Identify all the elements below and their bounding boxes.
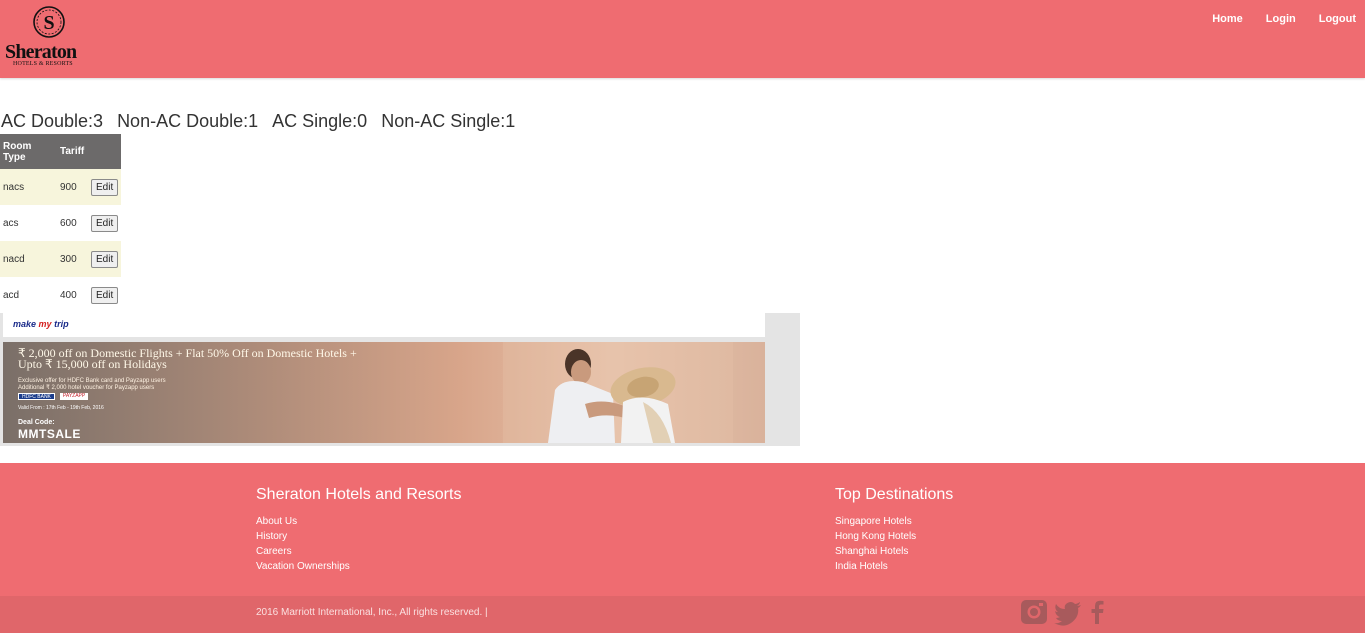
footer-link-singapore[interactable]: Singapore Hotels	[835, 514, 953, 529]
ad-brand-strip: make my trip	[3, 313, 765, 337]
edit-button[interactable]: Edit	[91, 250, 119, 268]
footer-col-destinations: Top Destinations Singapore Hotels Hong K…	[835, 486, 953, 574]
table-row: acs 600 Edit	[0, 205, 122, 241]
edit-button[interactable]: Edit	[91, 214, 119, 232]
twitter-icon[interactable]	[1053, 596, 1083, 631]
col-tariff: Tariff	[57, 134, 88, 169]
nonac-single-count: Non-AC Single:1	[381, 111, 516, 131]
footer-link-shanghai[interactable]: Shanghai Hotels	[835, 544, 953, 559]
room-availability: AC Double:3 Non-AC Double:1 AC Single:0 Non…	[1, 111, 529, 132]
ac-double-count: AC Double:3	[1, 111, 104, 131]
site-header: S Sheraton HOTELS & RESORTS Home Login L…	[0, 0, 1365, 78]
footer-link-careers[interactable]: Careers	[256, 544, 461, 559]
nav-home-link[interactable]: Home	[1212, 13, 1243, 25]
nav-login-link[interactable]: Login	[1266, 13, 1296, 25]
tariff-cell: 600	[57, 205, 88, 241]
footer-col-sheraton: Sheraton Hotels and Resorts About Us His…	[256, 486, 461, 574]
couple-illustration	[503, 342, 733, 443]
table-header-row: Room Type Tariff	[0, 134, 122, 169]
ad-fine-print: Exclusive offer for HDFC Bank card and P…	[18, 378, 166, 391]
sheraton-logo[interactable]: S Sheraton HOTELS & RESORTS	[3, 3, 98, 71]
table-row: nacs 900 Edit	[0, 169, 122, 205]
table-row: acd 400 Edit	[0, 277, 122, 313]
footer-link-india[interactable]: India Hotels	[835, 559, 953, 574]
logo-subtitle: HOTELS & RESORTS	[13, 61, 73, 67]
footer-link-hongkong[interactable]: Hong Kong Hotels	[835, 529, 953, 544]
ad-headline: ₹ 2,000 off on Domestic Flights + Flat 5…	[18, 346, 357, 371]
ad-deal-label: Deal Code:	[18, 419, 55, 426]
top-nav: Home Login Logout	[1189, 13, 1356, 25]
room-type-cell: acs	[0, 205, 57, 241]
footer-col-title: Sheraton Hotels and Resorts	[256, 486, 462, 503]
hdfc-logo: HDFC BANK	[18, 393, 55, 400]
room-type-cell: acd	[0, 277, 57, 313]
makemytrip-logo: make my trip	[13, 319, 69, 329]
table-row: nacd 300 Edit	[0, 241, 122, 277]
room-type-cell: nacs	[0, 169, 57, 205]
ad-validity: Valid From : 17th Feb - 19th Feb, 2016	[18, 405, 104, 411]
svg-text:S: S	[43, 12, 54, 34]
room-type-cell: nacd	[0, 241, 57, 277]
advertisement-banner[interactable]: make my trip ₹ 2,000 off on Domestic Fli…	[0, 313, 800, 446]
footer-col-title: Top Destinations	[835, 486, 954, 503]
ad-partner-logos: HDFC BANK PAYZAPP	[18, 393, 89, 400]
action-cell: Edit	[88, 241, 122, 277]
instagram-icon[interactable]	[1019, 596, 1049, 631]
site-footer: Sheraton Hotels and Resorts About Us His…	[0, 463, 1365, 633]
tariff-cell: 300	[57, 241, 88, 277]
action-cell: Edit	[88, 277, 122, 313]
col-action	[88, 134, 122, 169]
edit-button[interactable]: Edit	[91, 178, 119, 196]
footer-bottom-bar: 2016 Marriott International, Inc., All r…	[0, 596, 1365, 633]
tariff-cell: 400	[57, 277, 88, 313]
payzapp-logo: PAYZAPP	[59, 393, 89, 400]
tariff-cell: 900	[57, 169, 88, 205]
action-cell: Edit	[88, 169, 122, 205]
action-cell: Edit	[88, 205, 122, 241]
nonac-double-count: Non-AC Double:1	[117, 111, 259, 131]
footer-link-vacation[interactable]: Vacation Ownerships	[256, 559, 461, 574]
social-links	[1019, 596, 1107, 631]
ad-image: ₹ 2,000 off on Domestic Flights + Flat 5…	[3, 342, 765, 443]
room-tariff-table: Room Type Tariff nacs 900 Edit acs 600 E…	[0, 134, 122, 313]
ad-deal-code: MMTSALE	[18, 427, 81, 441]
ac-single-count: AC Single:0	[272, 111, 368, 131]
footer-link-history[interactable]: History	[256, 529, 461, 544]
nav-logout-link[interactable]: Logout	[1319, 13, 1356, 25]
facebook-icon[interactable]	[1087, 596, 1107, 631]
edit-button[interactable]: Edit	[91, 286, 119, 304]
col-room-type: Room Type	[0, 134, 57, 169]
footer-link-about[interactable]: About Us	[256, 514, 461, 529]
copyright-text: 2016 Marriott International, Inc., All r…	[256, 607, 488, 618]
